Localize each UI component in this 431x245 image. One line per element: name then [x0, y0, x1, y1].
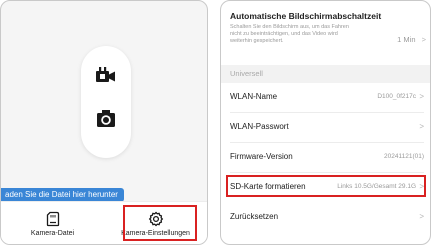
video-camera-icon — [96, 67, 115, 82]
download-hint-tooltip: aden Sie die Datei hier herunter — [1, 188, 124, 202]
row-value: 20241121(01) — [384, 153, 424, 160]
row-value: D100_0f217c — [377, 93, 416, 100]
settings-row-reset[interactable]: Zurücksetzen > — [230, 203, 424, 233]
autolock-setting[interactable]: Automatische Bildschirmabschaltzeit Scha… — [230, 11, 426, 63]
settings-row-wifi-name[interactable]: WLAN-Name D100_0f217c > — [230, 83, 424, 113]
camera-home-screen: aden Sie die Datei hier herunter Kamera-… — [0, 0, 208, 245]
tab-camera-file[interactable]: Kamera-Datei — [1, 202, 104, 244]
format-sd-highlight-box — [226, 175, 426, 197]
settings-row-wifi-password[interactable]: WLAN-Passwort > — [230, 113, 424, 143]
settings-row-firmware-version: Firmware-Version 20241121(01) — [230, 143, 424, 173]
section-header-general: Universell — [221, 65, 430, 83]
autolock-description: Schalten Sie den Bildschirm aus, um das … — [230, 24, 349, 44]
mode-selector — [81, 46, 131, 158]
chevron-right-icon: > — [421, 35, 426, 44]
chevron-right-icon: > — [419, 212, 424, 221]
autolock-value: 1 Min > — [397, 35, 426, 44]
row-label: Zurücksetzen — [230, 212, 279, 221]
photo-camera-icon — [97, 110, 115, 127]
row-label: WLAN-Passwort — [230, 122, 289, 131]
sd-card-icon — [46, 211, 59, 227]
autolock-value-text: 1 Min — [397, 35, 416, 44]
camera-settings-screen: Automatische Bildschirmabschaltzeit Scha… — [220, 0, 431, 245]
row-label: WLAN-Name — [230, 92, 278, 101]
row-label: Firmware-Version — [230, 152, 293, 161]
tab-label: Kamera-Datei — [30, 230, 75, 237]
video-mode-button[interactable] — [81, 60, 131, 90]
chevron-right-icon: > — [419, 122, 424, 131]
chevron-right-icon: > — [419, 92, 424, 101]
settings-tab-highlight-box — [123, 205, 197, 241]
photo-mode-button[interactable] — [81, 104, 131, 134]
autolock-title: Automatische Bildschirmabschaltzeit — [230, 11, 382, 21]
